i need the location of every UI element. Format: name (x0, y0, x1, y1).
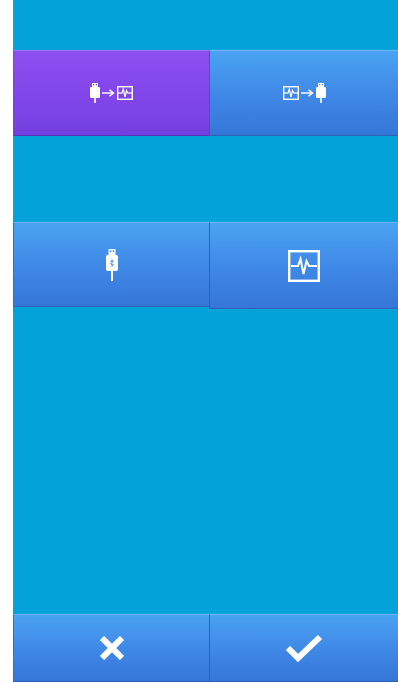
usb-drive-icon (90, 83, 100, 103)
screen (13, 0, 398, 682)
waveform-icon (288, 249, 320, 282)
usb-storage-button[interactable] (13, 222, 209, 307)
cancel-button[interactable] (13, 614, 209, 682)
device-to-usb-button[interactable] (209, 50, 398, 136)
checkmark-icon (285, 633, 323, 663)
close-icon (97, 633, 127, 663)
usb-drive-icon (105, 248, 118, 281)
waveform-icon (282, 86, 299, 100)
usb-drive-icon (315, 83, 326, 103)
usb-to-device-button[interactable] (13, 50, 209, 136)
device-storage-button[interactable] (209, 222, 398, 309)
arrow-right-icon (102, 88, 115, 98)
waveform-icon (117, 86, 133, 100)
confirm-button[interactable] (209, 614, 398, 682)
arrow-right-icon (300, 88, 314, 98)
